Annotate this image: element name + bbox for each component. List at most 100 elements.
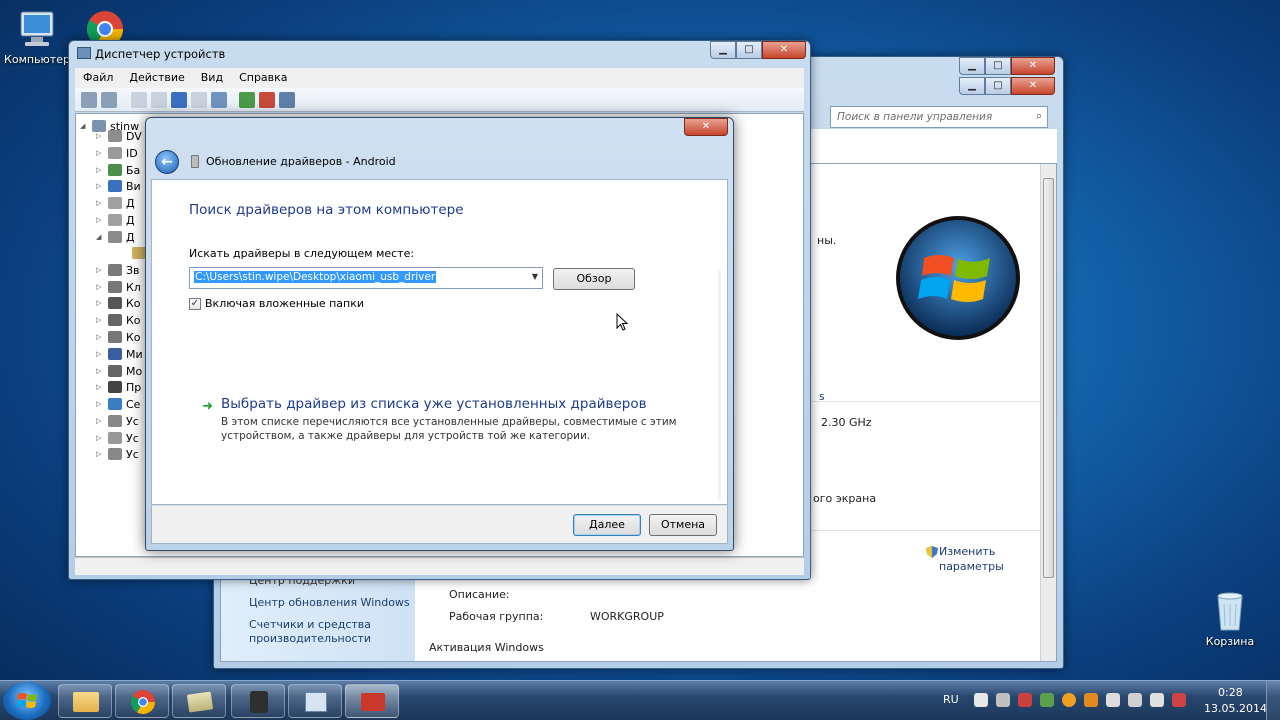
tree-node[interactable]: ▷ Ус bbox=[96, 430, 139, 446]
update-driver-icon[interactable] bbox=[239, 91, 255, 108]
cp-link-performance-2[interactable]: производительности bbox=[249, 632, 371, 645]
expand-icon[interactable]: ▷ bbox=[96, 333, 104, 341]
tree-node[interactable]: ▷ Ви bbox=[96, 178, 141, 194]
taskbar-app-3[interactable] bbox=[172, 684, 226, 718]
maximize-button[interactable]: □ bbox=[736, 41, 762, 59]
minimize-button[interactable]: ▁ bbox=[959, 77, 985, 95]
tray-icon[interactable] bbox=[996, 693, 1010, 707]
scrollbar-thumb[interactable] bbox=[1043, 178, 1054, 578]
network-icon[interactable] bbox=[1106, 693, 1120, 707]
expand-icon[interactable]: ▷ bbox=[96, 266, 104, 274]
maximize-button[interactable]: □ bbox=[985, 77, 1011, 95]
desktop-icon-recycle-bin[interactable]: Корзина bbox=[1193, 590, 1267, 648]
next-button[interactable]: Далее bbox=[573, 514, 641, 536]
tree-node[interactable]: ▷ Ко bbox=[96, 312, 141, 328]
scan-icon[interactable] bbox=[211, 91, 227, 108]
expand-icon[interactable]: ▷ bbox=[96, 367, 104, 375]
tree-node[interactable]: ▷ Ко bbox=[96, 295, 141, 311]
tree-node[interactable]: ▷ Зв bbox=[96, 262, 140, 278]
close-button[interactable]: ✕ bbox=[1011, 77, 1055, 95]
uninstall-icon[interactable] bbox=[259, 91, 275, 108]
tree-node[interactable]: ▷ Д bbox=[96, 212, 135, 228]
menu-file[interactable]: Файл bbox=[75, 68, 121, 88]
tree-node[interactable]: ▷ DV bbox=[96, 128, 142, 144]
update-driver-dialog[interactable]: ✕ ← Обновление драйверов - Android Поиск… bbox=[145, 117, 734, 551]
tree-node[interactable]: ▷ Ми bbox=[96, 346, 143, 362]
tray-icon[interactable] bbox=[1018, 693, 1032, 707]
tree-node[interactable]: ▷ Д bbox=[96, 195, 135, 211]
expand-icon[interactable]: ▷ bbox=[96, 132, 104, 140]
scrollbar[interactable] bbox=[1040, 164, 1056, 661]
tree-node[interactable]: ◢ Д bbox=[96, 229, 135, 245]
flag-icon[interactable] bbox=[1172, 693, 1186, 707]
taskbar-explorer[interactable] bbox=[58, 684, 112, 718]
expand-icon[interactable]: ▷ bbox=[96, 149, 104, 157]
start-button[interactable] bbox=[3, 682, 51, 720]
help-icon[interactable] bbox=[171, 91, 187, 108]
collapse-icon[interactable]: ◢ bbox=[80, 122, 88, 130]
expand-icon[interactable]: ▷ bbox=[96, 199, 104, 207]
disable-icon[interactable] bbox=[279, 91, 295, 108]
cp-link-windows-update[interactable]: Центр обновления Windows bbox=[249, 596, 410, 609]
properties-icon[interactable] bbox=[131, 91, 147, 108]
back-button[interactable]: ← bbox=[155, 150, 179, 174]
search-input[interactable]: Поиск в панели управления ⌕ bbox=[830, 106, 1048, 128]
cancel-button[interactable]: Отмена bbox=[649, 514, 717, 536]
expand-icon[interactable]: ▷ bbox=[96, 283, 104, 291]
tree-node[interactable]: ▷ Мо bbox=[96, 363, 142, 379]
chevron-down-icon[interactable]: ▼ bbox=[532, 272, 538, 281]
path-input[interactable]: C:\Users\stin.wipe\Desktop\xiaomi_usb_dr… bbox=[194, 271, 437, 283]
clock-time[interactable]: 0:28 bbox=[1218, 686, 1243, 699]
expand-icon[interactable]: ▷ bbox=[96, 166, 104, 174]
minimize-button[interactable]: ▁ bbox=[959, 57, 985, 75]
menu-view[interactable]: Вид bbox=[193, 68, 231, 88]
tree-node[interactable]: ▷ Кл bbox=[96, 279, 141, 295]
list-icon[interactable] bbox=[151, 91, 167, 108]
forward-icon[interactable] bbox=[101, 91, 117, 108]
back-icon[interactable] bbox=[81, 91, 97, 108]
taskbar-app-5[interactable] bbox=[288, 684, 342, 718]
expand-icon[interactable]: ▷ bbox=[96, 400, 104, 408]
collapse-icon[interactable]: ◢ bbox=[96, 233, 104, 241]
clock-date[interactable]: 13.05.2014 bbox=[1204, 702, 1267, 715]
tree-node[interactable]: ▷ Се bbox=[96, 396, 140, 412]
volume-icon[interactable] bbox=[1150, 693, 1164, 707]
tray-icon[interactable] bbox=[1128, 693, 1142, 707]
tree-node[interactable]: ▷ Ба bbox=[96, 162, 140, 178]
pick-from-list-link[interactable]: Выбрать драйвер из списка уже установлен… bbox=[221, 396, 647, 412]
tray-icon[interactable] bbox=[1084, 693, 1098, 707]
browse-button[interactable]: Обзор bbox=[553, 268, 635, 290]
taskbar-chrome[interactable] bbox=[115, 684, 169, 718]
path-combobox[interactable]: C:\Users\stin.wipe\Desktop\xiaomi_usb_dr… bbox=[189, 267, 543, 289]
close-button[interactable]: ✕ bbox=[762, 41, 806, 59]
expand-icon[interactable]: ▷ bbox=[96, 299, 104, 307]
expand-icon[interactable]: ▷ bbox=[96, 316, 104, 324]
cp-link-performance[interactable]: Счетчики и средства bbox=[249, 618, 371, 631]
tray-icon[interactable] bbox=[1062, 693, 1076, 707]
taskbar-device-manager[interactable] bbox=[345, 684, 399, 718]
tree-node[interactable]: ▷ Ус bbox=[96, 446, 139, 462]
desktop-icon-computer[interactable]: Компьютер bbox=[0, 8, 74, 66]
expand-icon[interactable]: ▷ bbox=[96, 182, 104, 190]
maximize-button[interactable]: □ bbox=[985, 57, 1011, 75]
include-subfolders-checkbox[interactable]: ✓ bbox=[189, 298, 201, 310]
taskbar-app-4[interactable] bbox=[231, 684, 285, 718]
change-params-link[interactable]: Изменить bbox=[939, 545, 995, 558]
tree-node[interactable]: ▷ Пр bbox=[96, 379, 141, 395]
tree-node[interactable]: ▷ ID bbox=[96, 145, 138, 161]
menu-action[interactable]: Действие bbox=[121, 68, 192, 88]
language-indicator[interactable]: RU bbox=[943, 693, 959, 706]
menu-help[interactable]: Справка bbox=[231, 68, 295, 88]
tray-icon[interactable] bbox=[974, 693, 988, 707]
expand-icon[interactable]: ▷ bbox=[96, 383, 104, 391]
show-desktop-button[interactable] bbox=[1266, 681, 1280, 720]
close-button[interactable]: ✕ bbox=[1011, 57, 1055, 75]
close-button[interactable]: ✕ bbox=[684, 118, 728, 136]
view-icon[interactable] bbox=[191, 91, 207, 108]
change-params-link-2[interactable]: параметры bbox=[939, 560, 1004, 573]
expand-icon[interactable]: ▷ bbox=[96, 434, 104, 442]
tray-icon[interactable] bbox=[1040, 693, 1054, 707]
expand-icon[interactable]: ▷ bbox=[96, 417, 104, 425]
tree-node[interactable]: ▷ Ус bbox=[96, 413, 139, 429]
minimize-button[interactable]: ▁ bbox=[710, 41, 736, 59]
